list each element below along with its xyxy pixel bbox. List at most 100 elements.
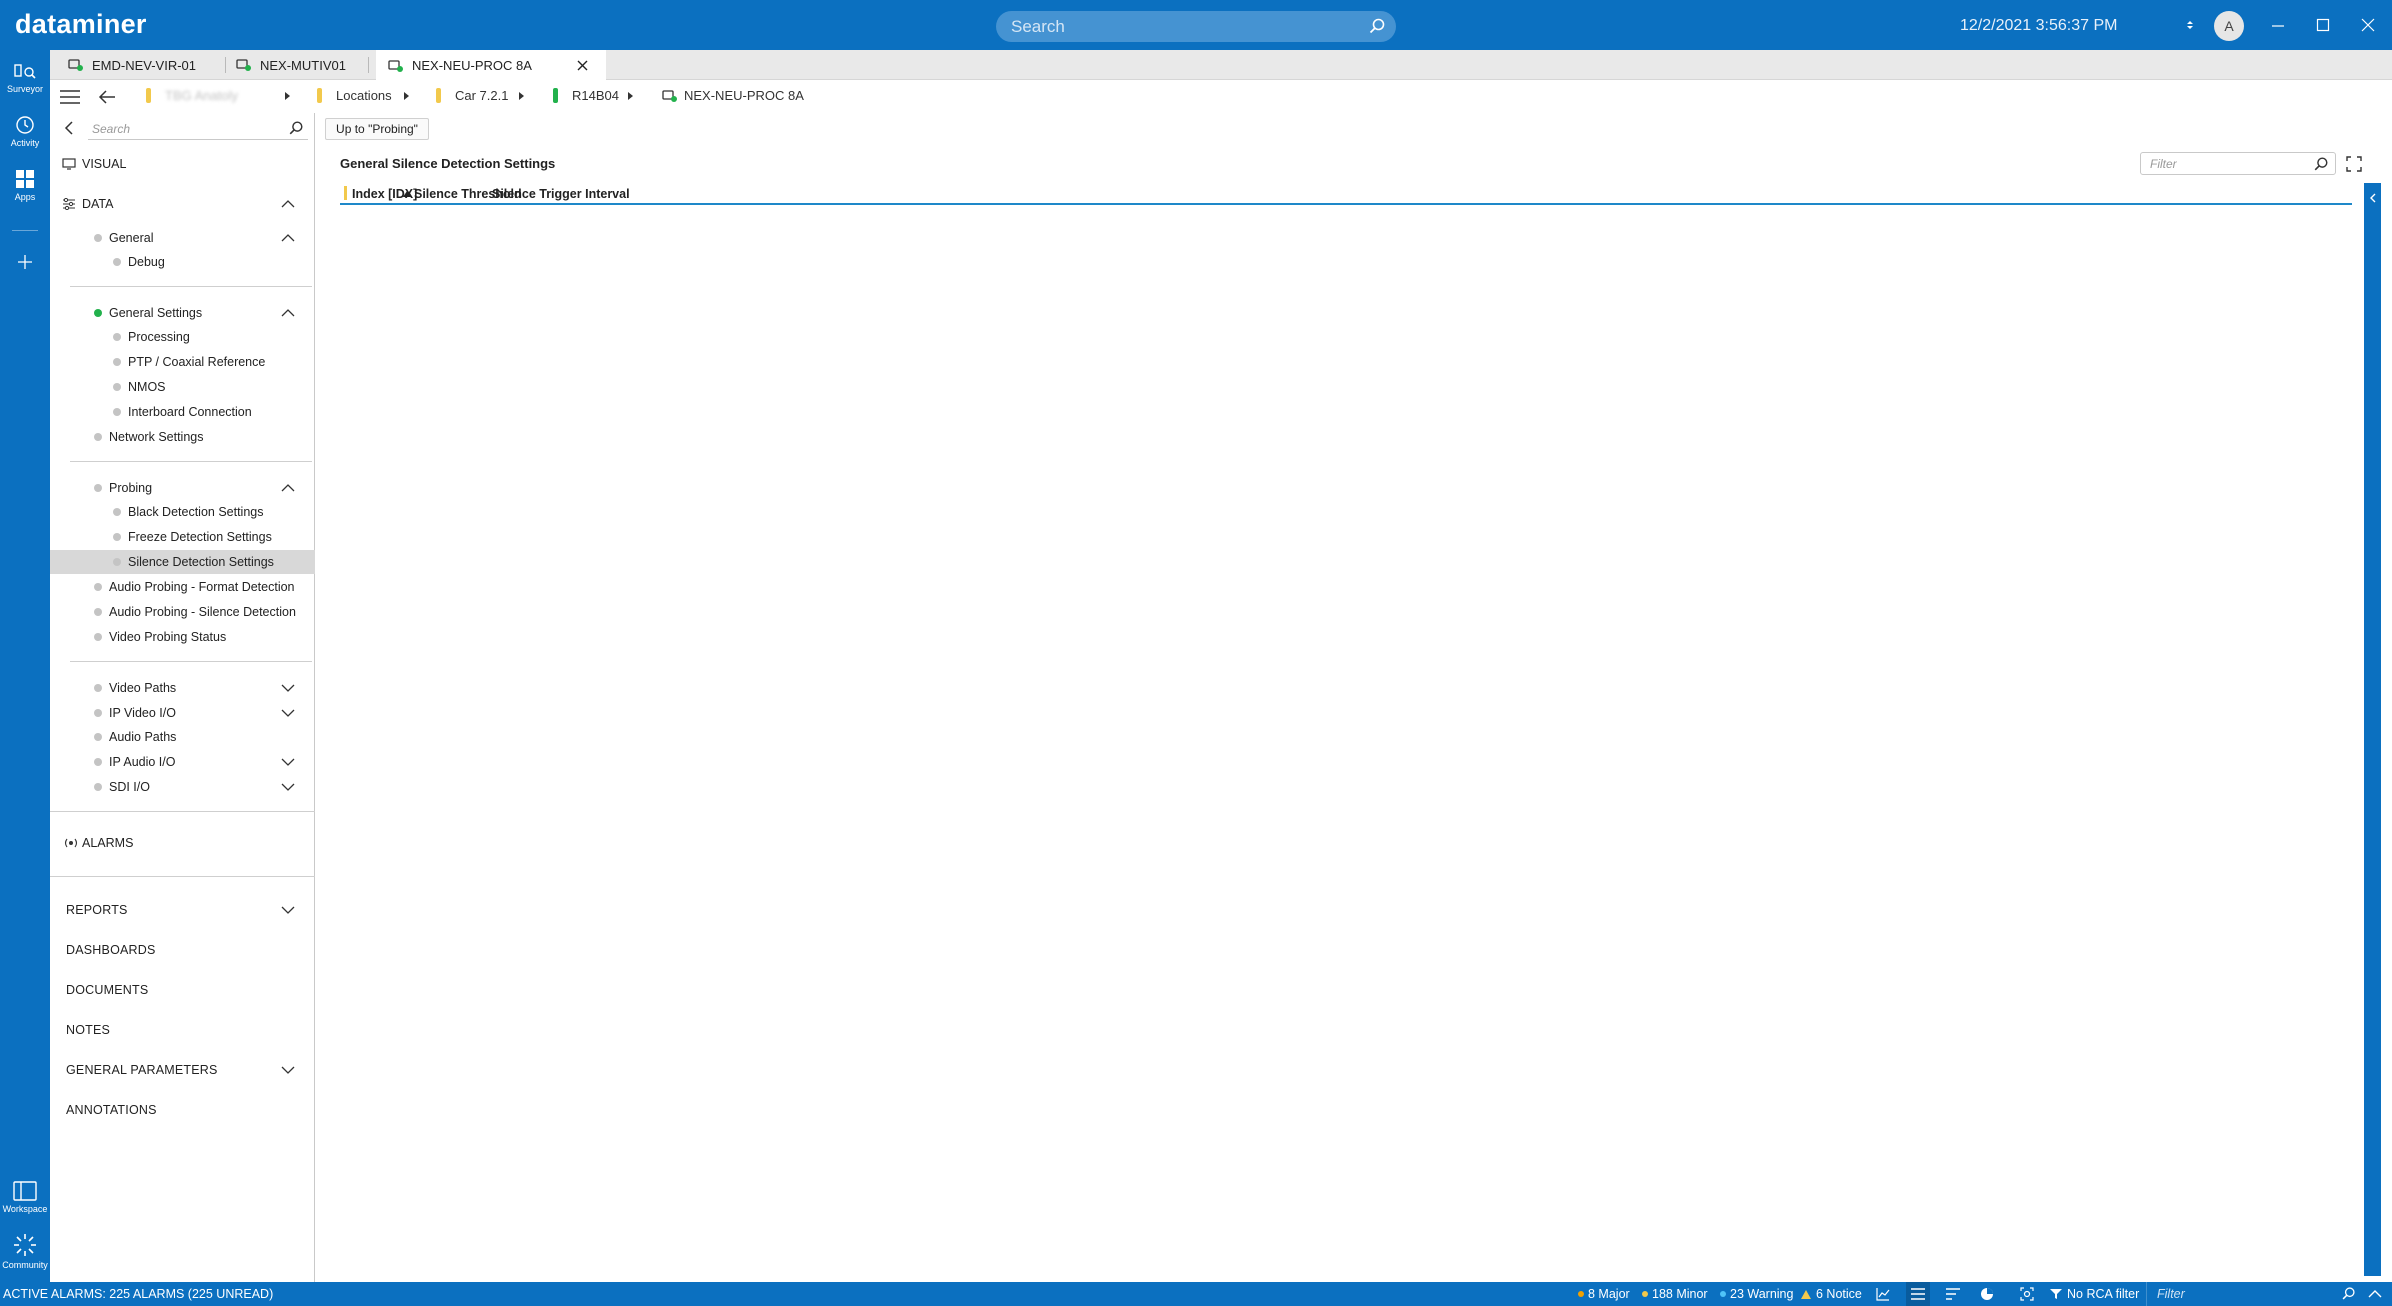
alarm-broadcast-icon xyxy=(64,838,78,848)
rca-filter[interactable]: No RCA filter xyxy=(2050,1287,2139,1301)
tree-item-black-detection[interactable]: Black Detection Settings xyxy=(50,500,315,524)
chevron-down-icon[interactable] xyxy=(281,684,295,692)
collapse-panel-icon[interactable] xyxy=(64,121,74,135)
tree-item-freeze-detection[interactable]: Freeze Detection Settings xyxy=(50,525,315,549)
tree-item-reports[interactable]: REPORTS xyxy=(50,898,315,922)
breadcrumb-arrow-icon[interactable] xyxy=(628,92,633,100)
tree-item-documents[interactable]: DOCUMENTS xyxy=(50,978,315,1002)
chevron-down-icon[interactable] xyxy=(281,783,295,791)
breadcrumb-arrow-icon[interactable] xyxy=(519,92,524,100)
minimize-icon[interactable] xyxy=(2270,14,2286,34)
global-search-placeholder: Search xyxy=(1011,16,1065,36)
tree-item-audio-format[interactable]: Audio Probing - Format Detection xyxy=(50,575,315,599)
tree-item-network-settings[interactable]: Network Settings xyxy=(50,425,315,449)
tree-item-processing[interactable]: Processing xyxy=(50,325,315,349)
tab-nex-mutiv01[interactable]: NEX-MUTIV01 xyxy=(236,50,346,80)
statusbar-filter-input[interactable]: Filter xyxy=(2146,1282,2362,1306)
community-button[interactable]: Community xyxy=(0,1232,50,1270)
activity-button[interactable]: Activity xyxy=(0,114,50,148)
tree-item-visual[interactable]: VISUAL xyxy=(50,152,315,176)
chevron-up-icon[interactable] xyxy=(281,484,295,492)
tree-label: Audio Paths xyxy=(109,730,177,744)
notice-count[interactable]: 6 Notice xyxy=(1800,1287,1862,1301)
tree-item-sdi-io[interactable]: SDI I/O xyxy=(50,775,315,799)
warning-count[interactable]: 23 Warning xyxy=(1720,1287,1793,1301)
tree-label: Interboard Connection xyxy=(128,405,252,419)
breadcrumb-item-rack[interactable]: R14B04 xyxy=(553,88,619,103)
chevron-down-icon[interactable] xyxy=(281,758,295,766)
breadcrumb-arrow-icon[interactable] xyxy=(285,92,290,100)
chevron-up-icon[interactable] xyxy=(281,200,295,208)
tree-item-video-probing-status[interactable]: Video Probing Status xyxy=(50,625,315,649)
tree-item-dashboards[interactable]: DASHBOARDS xyxy=(50,938,315,962)
close-tab-icon[interactable] xyxy=(577,60,588,71)
sort-lines-icon[interactable] xyxy=(1946,1288,1960,1300)
tab-nex-neu-proc-8a[interactable]: NEX-NEU-PROC 8A xyxy=(376,50,606,81)
chevron-up-icon[interactable] xyxy=(281,234,295,242)
trend-chart-icon[interactable] xyxy=(1876,1287,1890,1301)
apps-button[interactable]: Apps xyxy=(0,168,50,202)
add-button[interactable] xyxy=(0,250,50,276)
breadcrumb-item-locations[interactable]: Locations xyxy=(317,88,392,103)
back-arrow-icon[interactable] xyxy=(98,89,116,105)
tree-label: Black Detection Settings xyxy=(128,505,264,519)
status-dot xyxy=(94,433,102,441)
chevron-down-icon[interactable] xyxy=(281,709,295,717)
tree-label: Freeze Detection Settings xyxy=(128,530,272,544)
user-avatar[interactable]: A xyxy=(2214,11,2244,41)
list-view-toggle[interactable] xyxy=(1906,1282,1930,1306)
data-tree-panel: Search VISUAL DATA General Debug General… xyxy=(50,113,315,1282)
breadcrumb-label: Car 7.2.1 xyxy=(455,88,509,103)
tree-item-ip-video-io[interactable]: IP Video I/O xyxy=(50,701,315,725)
focus-target-icon[interactable] xyxy=(2020,1287,2034,1301)
breadcrumb-arrow-icon[interactable] xyxy=(404,92,409,100)
breadcrumb-item-view[interactable]: TBG Anatoly xyxy=(146,88,238,103)
minor-count[interactable]: 188 Minor xyxy=(1642,1287,1708,1301)
column-header-silence-trigger-interval[interactable]: Silence Trigger Interval xyxy=(492,187,630,201)
table-filter-input[interactable]: Filter xyxy=(2140,152,2336,175)
chevron-down-icon[interactable] xyxy=(281,1066,295,1074)
tab-label: NEX-NEU-PROC 8A xyxy=(412,58,532,73)
chevron-up-icon[interactable] xyxy=(281,309,295,317)
maximize-icon[interactable] xyxy=(2315,14,2331,34)
tree-item-video-paths[interactable]: Video Paths xyxy=(50,676,315,700)
chevron-down-icon[interactable] xyxy=(281,906,295,914)
sort-ascending-icon[interactable] xyxy=(403,191,411,197)
search-icon xyxy=(2314,157,2328,171)
up-to-probing-button[interactable]: Up to "Probing" xyxy=(325,118,429,140)
tree-search-input[interactable]: Search xyxy=(88,118,308,140)
tree-item-ip-audio-io[interactable]: IP Audio I/O xyxy=(50,750,315,774)
tree-item-annotations[interactable]: ANNOTATIONS xyxy=(50,1098,315,1122)
pie-chart-icon[interactable] xyxy=(1980,1287,1994,1301)
breadcrumb-item-car[interactable]: Car 7.2.1 xyxy=(436,88,508,103)
tree-item-ptp[interactable]: PTP / Coaxial Reference xyxy=(50,350,315,374)
minor-label: 188 Minor xyxy=(1652,1287,1708,1301)
tree-item-audio-silence[interactable]: Audio Probing - Silence Detection xyxy=(50,600,315,624)
side-panel-toggle[interactable] xyxy=(2364,183,2381,1276)
clock-dropdown-icon[interactable] xyxy=(2186,20,2194,30)
global-search-input[interactable]: Search xyxy=(996,11,1396,42)
table-filter-placeholder: Filter xyxy=(2150,157,2177,171)
hamburger-menu-icon[interactable] xyxy=(60,90,80,104)
major-count[interactable]: 8 Major xyxy=(1578,1287,1630,1301)
breadcrumb-item-element[interactable]: NEX-NEU-PROC 8A xyxy=(662,88,804,103)
tree-item-general[interactable]: General xyxy=(50,226,315,250)
tree-item-general-settings[interactable]: General Settings xyxy=(50,301,315,325)
tree-item-nmos[interactable]: NMOS xyxy=(50,375,315,399)
expand-table-icon[interactable] xyxy=(2346,156,2362,172)
chevron-up-icon[interactable] xyxy=(2368,1290,2382,1298)
tab-emd-nev-vir-01[interactable]: EMD-NEV-VIR-01 xyxy=(68,50,196,80)
tree-item-probing[interactable]: Probing xyxy=(50,476,315,500)
tree-item-notes[interactable]: NOTES xyxy=(50,1018,315,1042)
tree-item-alarms[interactable]: ALARMS xyxy=(50,831,315,855)
close-window-icon[interactable] xyxy=(2360,14,2376,34)
tree-item-debug[interactable]: Debug xyxy=(50,250,315,274)
surveyor-button[interactable]: Surveyor xyxy=(0,62,50,94)
workspace-button[interactable]: Workspace xyxy=(0,1180,50,1214)
tree-item-audio-paths[interactable]: Audio Paths xyxy=(50,725,315,749)
tree-item-interboard[interactable]: Interboard Connection xyxy=(50,400,315,424)
tree-item-silence-detection[interactable]: Silence Detection Settings xyxy=(50,550,315,574)
active-alarms-summary[interactable]: ACTIVE ALARMS: 225 ALARMS (225 UNREAD) xyxy=(3,1287,273,1301)
tree-item-data[interactable]: DATA xyxy=(50,192,315,216)
tree-item-general-parameters[interactable]: GENERAL PARAMETERS xyxy=(50,1058,315,1082)
